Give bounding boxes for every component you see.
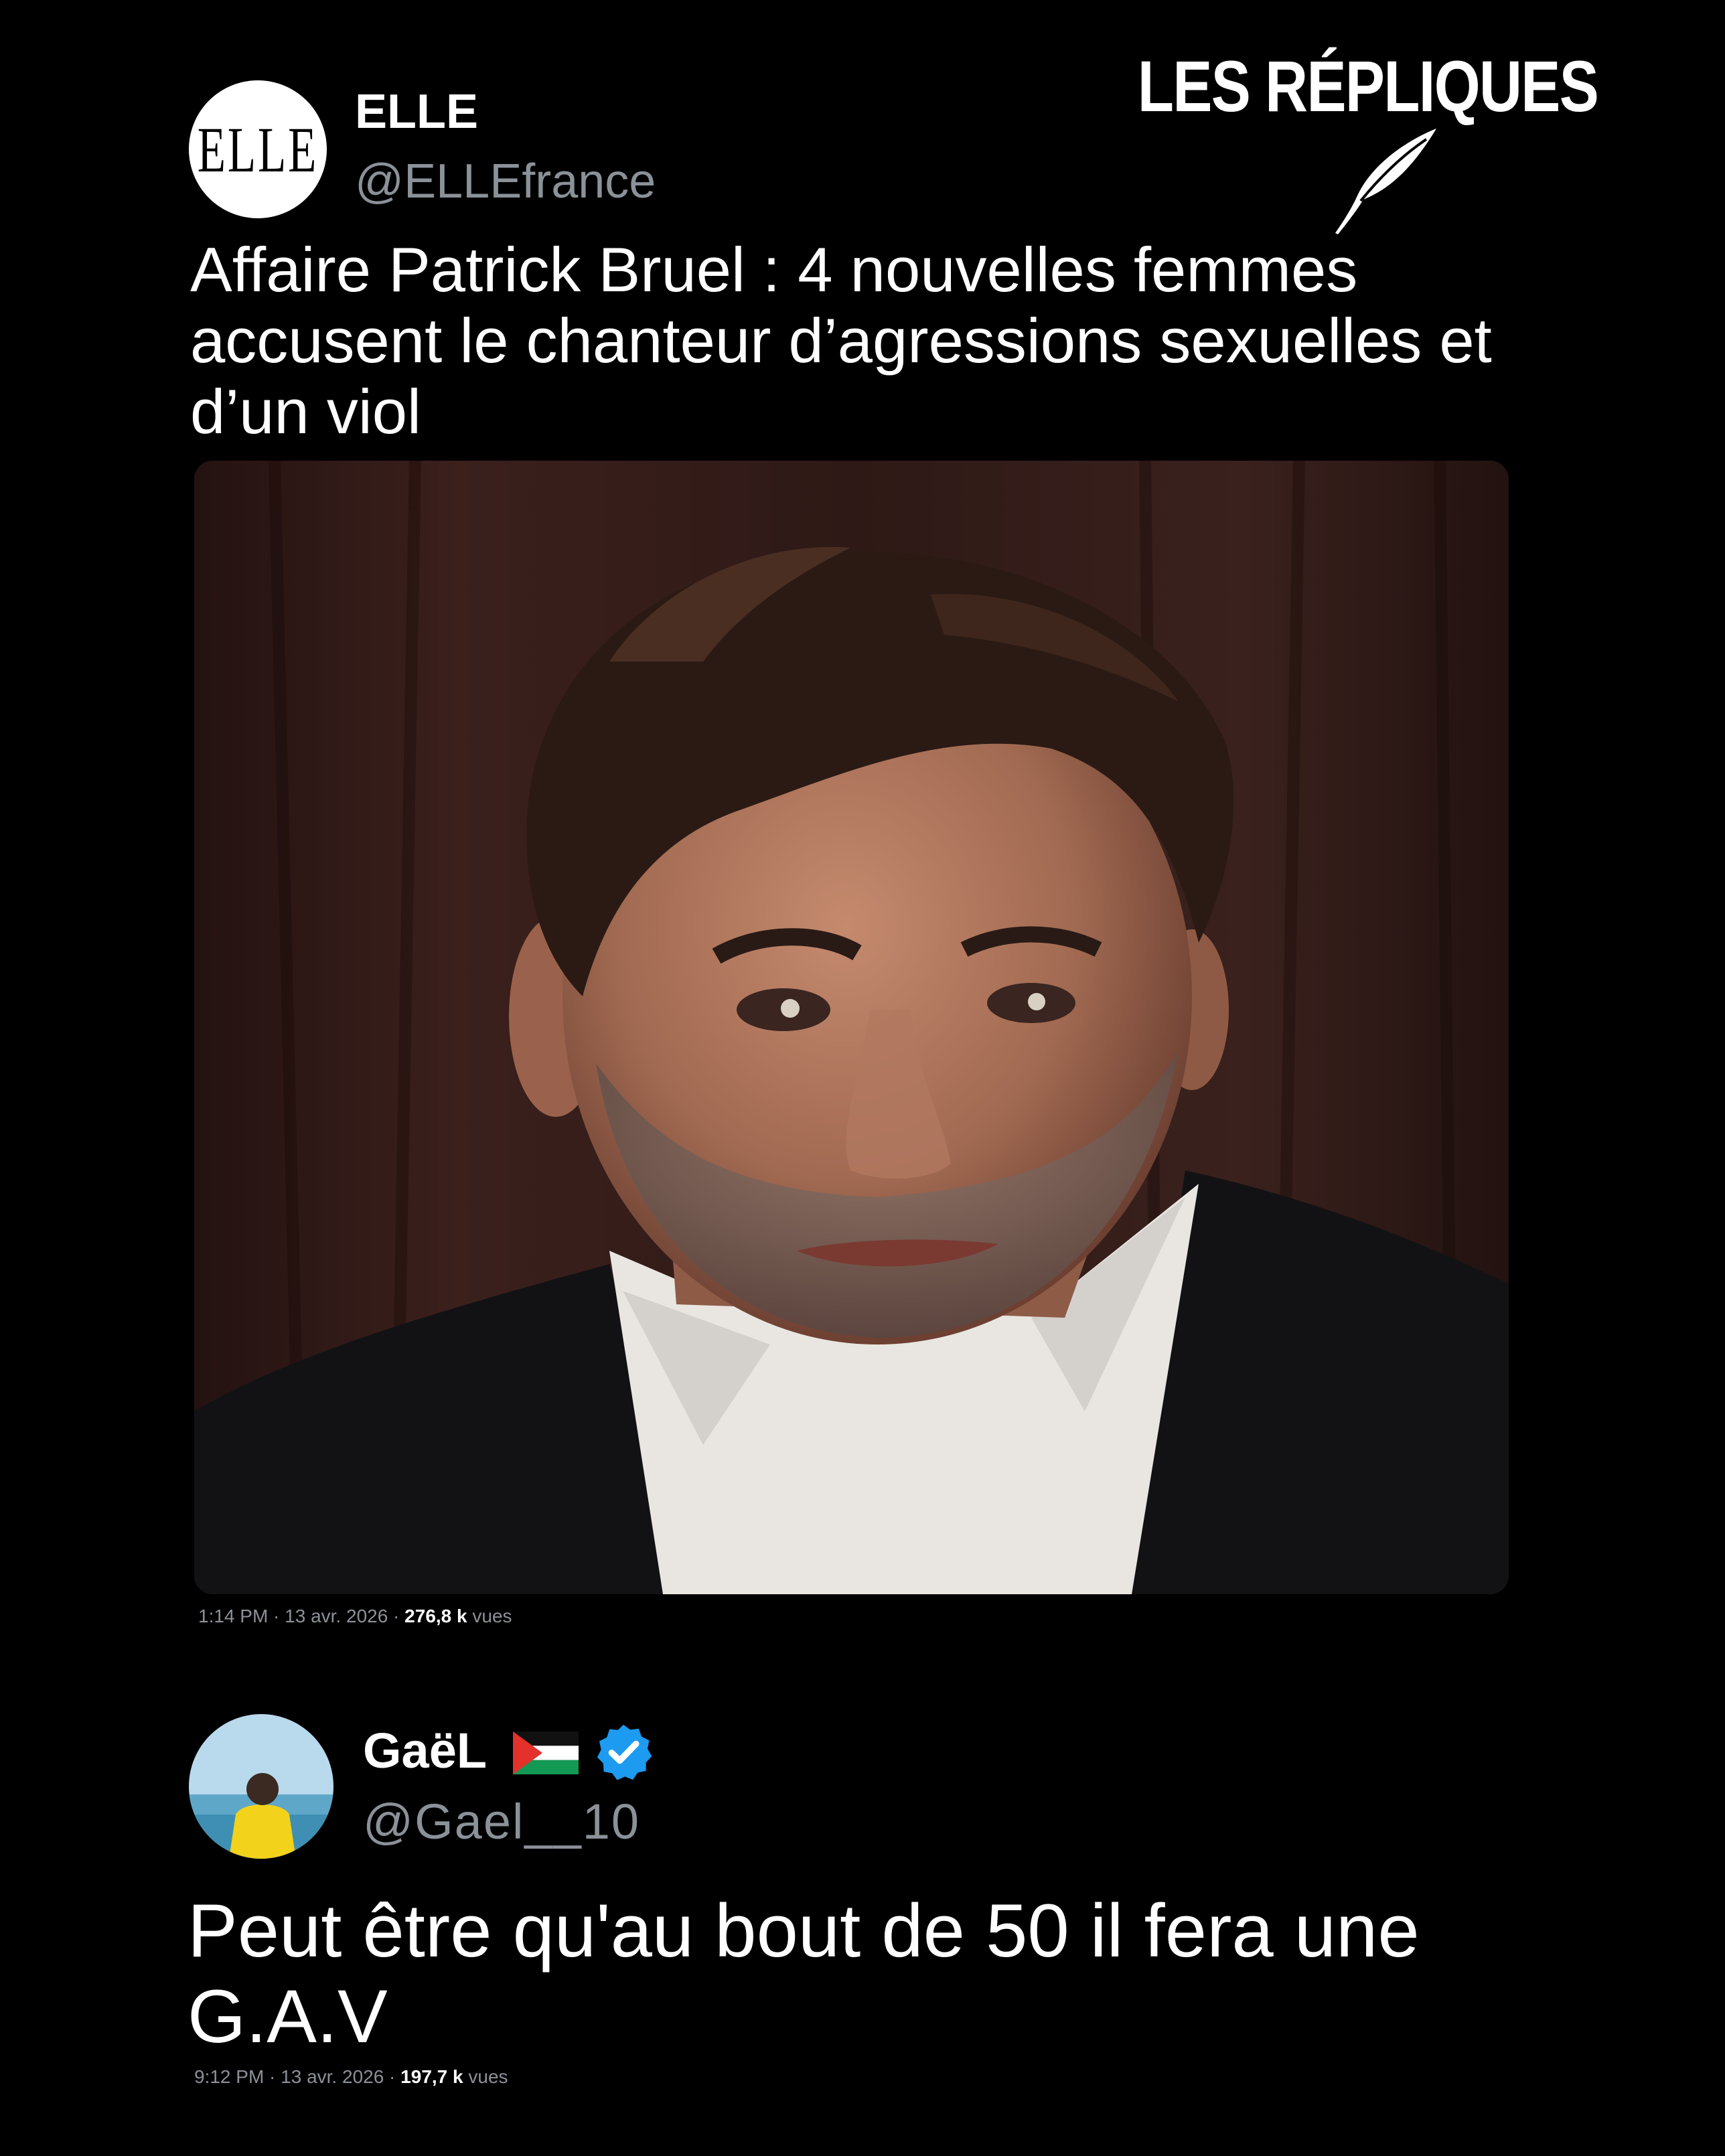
brand-title: LES RÉPLIQUES xyxy=(1137,46,1599,127)
quill-icon xyxy=(1335,129,1436,234)
elle-logo: ELLE xyxy=(197,113,319,185)
portrait-image xyxy=(194,461,1509,1594)
tweet-views: 276,8 k xyxy=(404,1606,467,1626)
gael-avatar[interactable] xyxy=(189,1714,333,1859)
author-handle[interactable]: @ELLEfrance xyxy=(355,154,656,209)
elle-avatar[interactable]: ELLE xyxy=(189,80,327,218)
tweet-text: Affaire Patrick Bruel : 4 nouvelles femm… xyxy=(190,234,1492,447)
views-label: vues xyxy=(463,2066,508,2087)
tweet-meta: 1:14 PM · 13 avr. 2026 · 276,8 k vues xyxy=(198,1606,512,1627)
author-handle[interactable]: @Gael__10 xyxy=(363,1793,640,1850)
tweet-meta: 9:12 PM · 13 avr. 2026 · 197,7 k vues xyxy=(194,2066,508,2088)
tweet-time[interactable]: 1:14 PM · 13 avr. 2026 · xyxy=(198,1606,404,1626)
views-label: vues xyxy=(467,1606,512,1626)
verified-badge-icon xyxy=(597,1724,652,1780)
tweet-time[interactable]: 9:12 PM · 13 avr. 2026 · xyxy=(194,2066,400,2087)
author-name[interactable]: ELLE xyxy=(355,84,478,139)
tweet-views: 197,7 k xyxy=(400,2066,463,2087)
tweet-text: Peut être qu'au bout de 50 il fera une G… xyxy=(188,1889,1420,2058)
author-name[interactable]: GaëL xyxy=(363,1722,487,1779)
tweet-photo[interactable] xyxy=(194,461,1509,1594)
palestine-flag-icon xyxy=(513,1731,579,1774)
avatar-photo xyxy=(189,1714,333,1859)
